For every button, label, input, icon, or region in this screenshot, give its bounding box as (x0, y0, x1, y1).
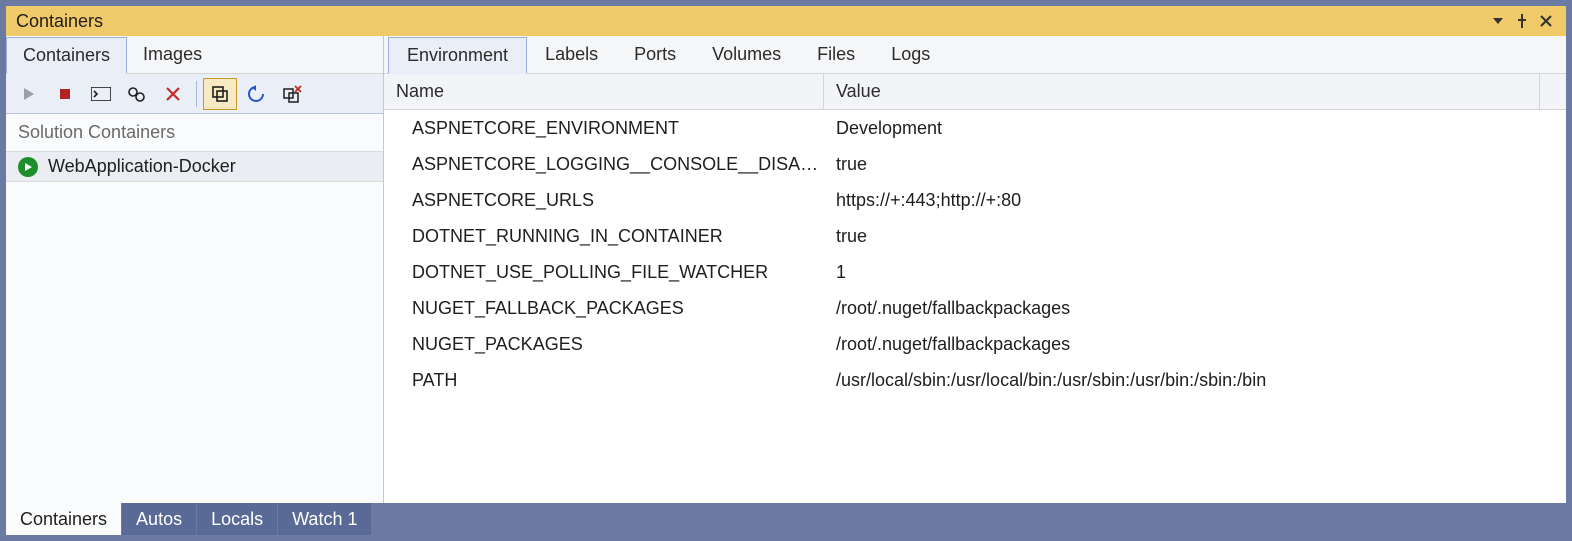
column-label: Value (836, 81, 881, 102)
main-area: Containers Images (6, 36, 1566, 503)
table-row[interactable]: ASPNETCORE_ENVIRONMENTDevelopment (384, 110, 1566, 146)
tab-label: Environment (407, 45, 508, 66)
env-name: ASPNETCORE_LOGGING__CONSOLE__DISA… (384, 154, 824, 175)
table-row[interactable]: NUGET_PACKAGES/root/.nuget/fallbackpacka… (384, 326, 1566, 362)
env-name: ASPNETCORE_ENVIRONMENT (384, 118, 824, 139)
tab-label: Logs (891, 44, 930, 65)
env-name: NUGET_FALLBACK_PACKAGES (384, 298, 824, 319)
table-row[interactable]: DOTNET_RUNNING_IN_CONTAINERtrue (384, 218, 1566, 254)
container-row[interactable]: WebApplication-Docker (6, 151, 383, 182)
column-value-header[interactable]: Value (824, 74, 1540, 109)
bottom-tabs: Containers Autos Locals Watch 1 (6, 503, 1566, 535)
env-value: true (824, 154, 1566, 175)
group-header-label: Solution Containers (18, 122, 175, 142)
env-value: Development (824, 118, 1566, 139)
table-row[interactable]: ASPNETCORE_LOGGING__CONSOLE__DISA…true (384, 146, 1566, 182)
window-menu-icon[interactable] (1488, 18, 1508, 24)
tab-label: Labels (545, 44, 598, 65)
column-name-header[interactable]: Name (384, 74, 824, 109)
prune-button[interactable] (275, 78, 309, 110)
bottom-tab-label: Autos (136, 509, 182, 530)
refresh-button[interactable] (239, 78, 273, 110)
left-panel: Containers Images (6, 36, 384, 503)
stop-button[interactable] (48, 78, 82, 110)
bottom-tab-autos[interactable]: Autos (122, 503, 196, 535)
right-panel: Environment Labels Ports Volumes Files L… (384, 36, 1566, 503)
env-value: /usr/local/sbin:/usr/local/bin:/usr/sbin… (824, 370, 1566, 391)
tab-labels[interactable]: Labels (527, 36, 616, 73)
env-name: NUGET_PACKAGES (384, 334, 824, 355)
bottom-tab-label: Locals (211, 509, 263, 530)
copy-button[interactable] (203, 78, 237, 110)
grid-body[interactable]: ASPNETCORE_ENVIRONMENTDevelopment ASPNET… (384, 110, 1566, 503)
env-name: ASPNETCORE_URLS (384, 190, 824, 211)
tab-images[interactable]: Images (127, 36, 218, 73)
delete-button[interactable] (156, 78, 190, 110)
bottom-tab-label: Watch 1 (292, 509, 357, 530)
tab-label: Files (817, 44, 855, 65)
tab-ports[interactable]: Ports (616, 36, 694, 73)
bottom-tab-watch1[interactable]: Watch 1 (278, 503, 371, 535)
env-value: true (824, 226, 1566, 247)
play-button[interactable] (12, 78, 46, 110)
tab-containers[interactable]: Containers (6, 37, 127, 74)
tab-volumes[interactable]: Volumes (694, 36, 799, 73)
tab-label: Volumes (712, 44, 781, 65)
tab-logs[interactable]: Logs (873, 36, 948, 73)
title-bar: Containers (6, 6, 1566, 36)
bottom-tab-label: Containers (20, 509, 107, 530)
grid-header: Name Value (384, 74, 1566, 110)
env-name: PATH (384, 370, 824, 391)
toolbar-separator (196, 81, 197, 107)
pin-icon[interactable] (1512, 14, 1532, 28)
right-tabs: Environment Labels Ports Volumes Files L… (384, 36, 1566, 74)
group-header: Solution Containers (6, 114, 383, 151)
terminal-button[interactable] (84, 78, 118, 110)
env-name: DOTNET_RUNNING_IN_CONTAINER (384, 226, 824, 247)
toolbar (6, 74, 383, 114)
table-row[interactable]: DOTNET_USE_POLLING_FILE_WATCHER1 (384, 254, 1566, 290)
env-value: /root/.nuget/fallbackpackages (824, 298, 1566, 319)
tab-files[interactable]: Files (799, 36, 873, 73)
tab-label: Ports (634, 44, 676, 65)
tab-environment[interactable]: Environment (388, 37, 527, 74)
left-fill (6, 182, 383, 503)
column-label: Name (396, 81, 444, 102)
running-icon (18, 157, 38, 177)
table-row[interactable]: PATH/usr/local/sbin:/usr/local/bin:/usr/… (384, 362, 1566, 398)
window-title: Containers (16, 11, 103, 32)
settings-button[interactable] (120, 78, 154, 110)
tab-label: Containers (23, 45, 110, 66)
bottom-tab-locals[interactable]: Locals (197, 503, 277, 535)
container-name: WebApplication-Docker (48, 156, 236, 177)
table-row[interactable]: NUGET_FALLBACK_PACKAGES/root/.nuget/fall… (384, 290, 1566, 326)
env-value: https://+:443;http://+:80 (824, 190, 1566, 211)
table-row[interactable]: ASPNETCORE_URLShttps://+:443;http://+:80 (384, 182, 1566, 218)
env-value: 1 (824, 262, 1566, 283)
close-icon[interactable] (1536, 15, 1556, 27)
bottom-tab-containers[interactable]: Containers (6, 503, 121, 535)
left-tabs: Containers Images (6, 36, 383, 74)
env-value: /root/.nuget/fallbackpackages (824, 334, 1566, 355)
tab-label: Images (143, 44, 202, 65)
env-name: DOTNET_USE_POLLING_FILE_WATCHER (384, 262, 824, 283)
